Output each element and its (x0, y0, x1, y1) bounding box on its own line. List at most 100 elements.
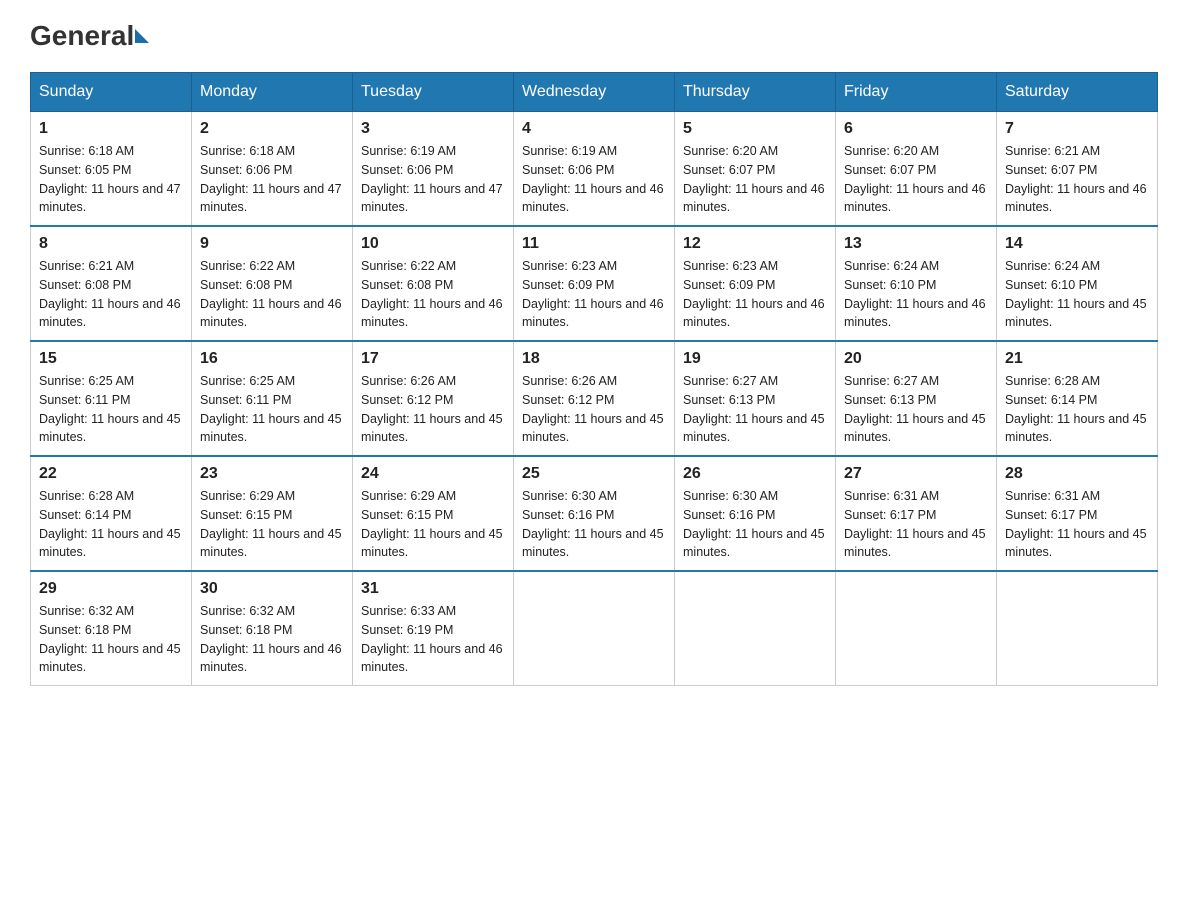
day-number: 13 (844, 235, 988, 253)
day-info: Sunrise: 6:30 AMSunset: 6:16 PMDaylight:… (683, 487, 827, 562)
day-info: Sunrise: 6:31 AMSunset: 6:17 PMDaylight:… (1005, 487, 1149, 562)
calendar-cell: 7Sunrise: 6:21 AMSunset: 6:07 PMDaylight… (997, 112, 1158, 227)
calendar-cell: 10 Sunrise: 6:22 AMSunset: 6:08 PMDayligh… (353, 226, 514, 341)
calendar-header-wednesday: Wednesday (514, 73, 675, 112)
calendar-cell: 27Sunrise: 6:31 AMSunset: 6:17 PMDayligh… (836, 456, 997, 571)
calendar-cell (836, 571, 997, 686)
calendar-header-saturday: Saturday (997, 73, 1158, 112)
day-number: 29 (39, 580, 183, 598)
calendar-header-row: SundayMondayTuesdayWednesdayThursdayFrid… (31, 73, 1158, 112)
day-info: Sunrise: 6:20 AMSunset: 6:07 PMDaylight:… (683, 142, 827, 217)
calendar-cell: 19 Sunrise: 6:27 AMSunset: 6:13 PMDayligh… (675, 341, 836, 456)
calendar-cell: 13 Sunrise: 6:24 AMSunset: 6:10 PMDayligh… (836, 226, 997, 341)
calendar-cell: 23 Sunrise: 6:29 AMSunset: 6:15 PMDayligh… (192, 456, 353, 571)
day-info: Sunrise: 6:32 AMSunset: 6:18 PMDaylight:… (39, 602, 183, 677)
calendar-cell: 26 Sunrise: 6:30 AMSunset: 6:16 PMDayligh… (675, 456, 836, 571)
calendar-week-row: 1 Sunrise: 6:18 AMSunset: 6:05 PMDaylight… (31, 112, 1158, 227)
page-header: General (30, 20, 1158, 52)
day-number: 11 (522, 235, 666, 253)
day-number: 5 (683, 120, 827, 138)
calendar-cell: 1 Sunrise: 6:18 AMSunset: 6:05 PMDaylight… (31, 112, 192, 227)
day-info: Sunrise: 6:28 AMSunset: 6:14 PMDaylight:… (39, 487, 183, 562)
day-number: 9 (200, 235, 344, 253)
calendar-cell: 11 Sunrise: 6:23 AMSunset: 6:09 PMDayligh… (514, 226, 675, 341)
calendar-cell (675, 571, 836, 686)
day-number: 31 (361, 580, 505, 598)
day-info: Sunrise: 6:27 AMSunset: 6:13 PMDaylight:… (844, 372, 988, 447)
day-info: Sunrise: 6:26 AMSunset: 6:12 PMDaylight:… (361, 372, 505, 447)
calendar-cell: 15Sunrise: 6:25 AMSunset: 6:11 PMDayligh… (31, 341, 192, 456)
day-info: Sunrise: 6:22 AMSunset: 6:08 PMDaylight:… (200, 257, 344, 332)
day-info: Sunrise: 6:29 AMSunset: 6:15 PMDaylight:… (200, 487, 344, 562)
calendar-header-sunday: Sunday (31, 73, 192, 112)
calendar-cell: 2 Sunrise: 6:18 AMSunset: 6:06 PMDaylight… (192, 112, 353, 227)
calendar-cell: 16Sunrise: 6:25 AMSunset: 6:11 PMDayligh… (192, 341, 353, 456)
day-number: 25 (522, 465, 666, 483)
day-info: Sunrise: 6:21 AMSunset: 6:07 PMDaylight:… (1005, 142, 1149, 217)
day-info: Sunrise: 6:29 AMSunset: 6:15 PMDaylight:… (361, 487, 505, 562)
day-number: 24 (361, 465, 505, 483)
day-number: 2 (200, 120, 344, 138)
calendar-cell: 31 Sunrise: 6:33 AMSunset: 6:19 PMDayligh… (353, 571, 514, 686)
day-number: 19 (683, 350, 827, 368)
calendar-cell: 3 Sunrise: 6:19 AMSunset: 6:06 PMDaylight… (353, 112, 514, 227)
calendar-cell: 8 Sunrise: 6:21 AMSunset: 6:08 PMDaylight… (31, 226, 192, 341)
day-info: Sunrise: 6:23 AMSunset: 6:09 PMDaylight:… (522, 257, 666, 332)
calendar-week-row: 8 Sunrise: 6:21 AMSunset: 6:08 PMDaylight… (31, 226, 1158, 341)
calendar-cell: 22 Sunrise: 6:28 AMSunset: 6:14 PMDayligh… (31, 456, 192, 571)
day-number: 6 (844, 120, 988, 138)
calendar-cell: 12 Sunrise: 6:23 AMSunset: 6:09 PMDayligh… (675, 226, 836, 341)
calendar-header-monday: Monday (192, 73, 353, 112)
day-number: 10 (361, 235, 505, 253)
calendar-cell: 9 Sunrise: 6:22 AMSunset: 6:08 PMDaylight… (192, 226, 353, 341)
day-info: Sunrise: 6:18 AMSunset: 6:05 PMDaylight:… (39, 142, 183, 217)
day-number: 26 (683, 465, 827, 483)
day-number: 4 (522, 120, 666, 138)
day-number: 21 (1005, 350, 1149, 368)
day-info: Sunrise: 6:19 AMSunset: 6:06 PMDaylight:… (361, 142, 505, 217)
day-number: 18 (522, 350, 666, 368)
day-info: Sunrise: 6:21 AMSunset: 6:08 PMDaylight:… (39, 257, 183, 332)
logo-general-text: General (30, 20, 134, 52)
day-info: Sunrise: 6:24 AMSunset: 6:10 PMDaylight:… (844, 257, 988, 332)
day-number: 20 (844, 350, 988, 368)
day-number: 17 (361, 350, 505, 368)
calendar-cell: 28Sunrise: 6:31 AMSunset: 6:17 PMDayligh… (997, 456, 1158, 571)
day-info: Sunrise: 6:32 AMSunset: 6:18 PMDaylight:… (200, 602, 344, 677)
calendar-cell: 18Sunrise: 6:26 AMSunset: 6:12 PMDayligh… (514, 341, 675, 456)
calendar-cell: 24 Sunrise: 6:29 AMSunset: 6:15 PMDayligh… (353, 456, 514, 571)
day-info: Sunrise: 6:18 AMSunset: 6:06 PMDaylight:… (200, 142, 344, 217)
calendar-week-row: 22 Sunrise: 6:28 AMSunset: 6:14 PMDayligh… (31, 456, 1158, 571)
day-info: Sunrise: 6:20 AMSunset: 6:07 PMDaylight:… (844, 142, 988, 217)
day-number: 15 (39, 350, 183, 368)
day-number: 23 (200, 465, 344, 483)
day-info: Sunrise: 6:31 AMSunset: 6:17 PMDaylight:… (844, 487, 988, 562)
day-info: Sunrise: 6:19 AMSunset: 6:06 PMDaylight:… (522, 142, 666, 217)
day-number: 22 (39, 465, 183, 483)
day-info: Sunrise: 6:30 AMSunset: 6:16 PMDaylight:… (522, 487, 666, 562)
day-number: 12 (683, 235, 827, 253)
calendar-cell: 29 Sunrise: 6:32 AMSunset: 6:18 PMDayligh… (31, 571, 192, 686)
calendar-week-row: 15 Sunrise: 6:25 AMSunset: 6:11 PMDayligh… (31, 341, 1158, 456)
calendar-cell: 17 Sunrise: 6:26 AMSunset: 6:12 PMDayligh… (353, 341, 514, 456)
calendar-cell: 20 Sunrise: 6:27 AMSunset: 6:13 PMDayligh… (836, 341, 997, 456)
day-info: Sunrise: 6:28 AMSunset: 6:14 PMDaylight:… (1005, 372, 1149, 447)
day-info: Sunrise: 6:33 AMSunset: 6:19 PMDaylight:… (361, 602, 505, 677)
day-info: Sunrise: 6:25 AMSunset: 6:11 PMDaylight:… (200, 372, 344, 447)
day-number: 14 (1005, 235, 1149, 253)
day-number: 8 (39, 235, 183, 253)
calendar-cell: 14 Sunrise: 6:24 AMSunset: 6:10 PMDayligh… (997, 226, 1158, 341)
day-info: Sunrise: 6:27 AMSunset: 6:13 PMDaylight:… (683, 372, 827, 447)
logo-arrow-icon (135, 29, 149, 43)
day-number: 3 (361, 120, 505, 138)
logo: General (30, 20, 150, 52)
calendar-header-thursday: Thursday (675, 73, 836, 112)
day-info: Sunrise: 6:23 AMSunset: 6:09 PMDaylight:… (683, 257, 827, 332)
calendar-cell (997, 571, 1158, 686)
day-info: Sunrise: 6:22 AMSunset: 6:08 PMDaylight:… (361, 257, 505, 332)
day-number: 30 (200, 580, 344, 598)
calendar-cell: 21 Sunrise: 6:28 AMSunset: 6:14 PMDayligh… (997, 341, 1158, 456)
calendar-table: SundayMondayTuesdayWednesdayThursdayFrid… (30, 72, 1158, 686)
day-number: 1 (39, 120, 183, 138)
day-info: Sunrise: 6:24 AMSunset: 6:10 PMDaylight:… (1005, 257, 1149, 332)
